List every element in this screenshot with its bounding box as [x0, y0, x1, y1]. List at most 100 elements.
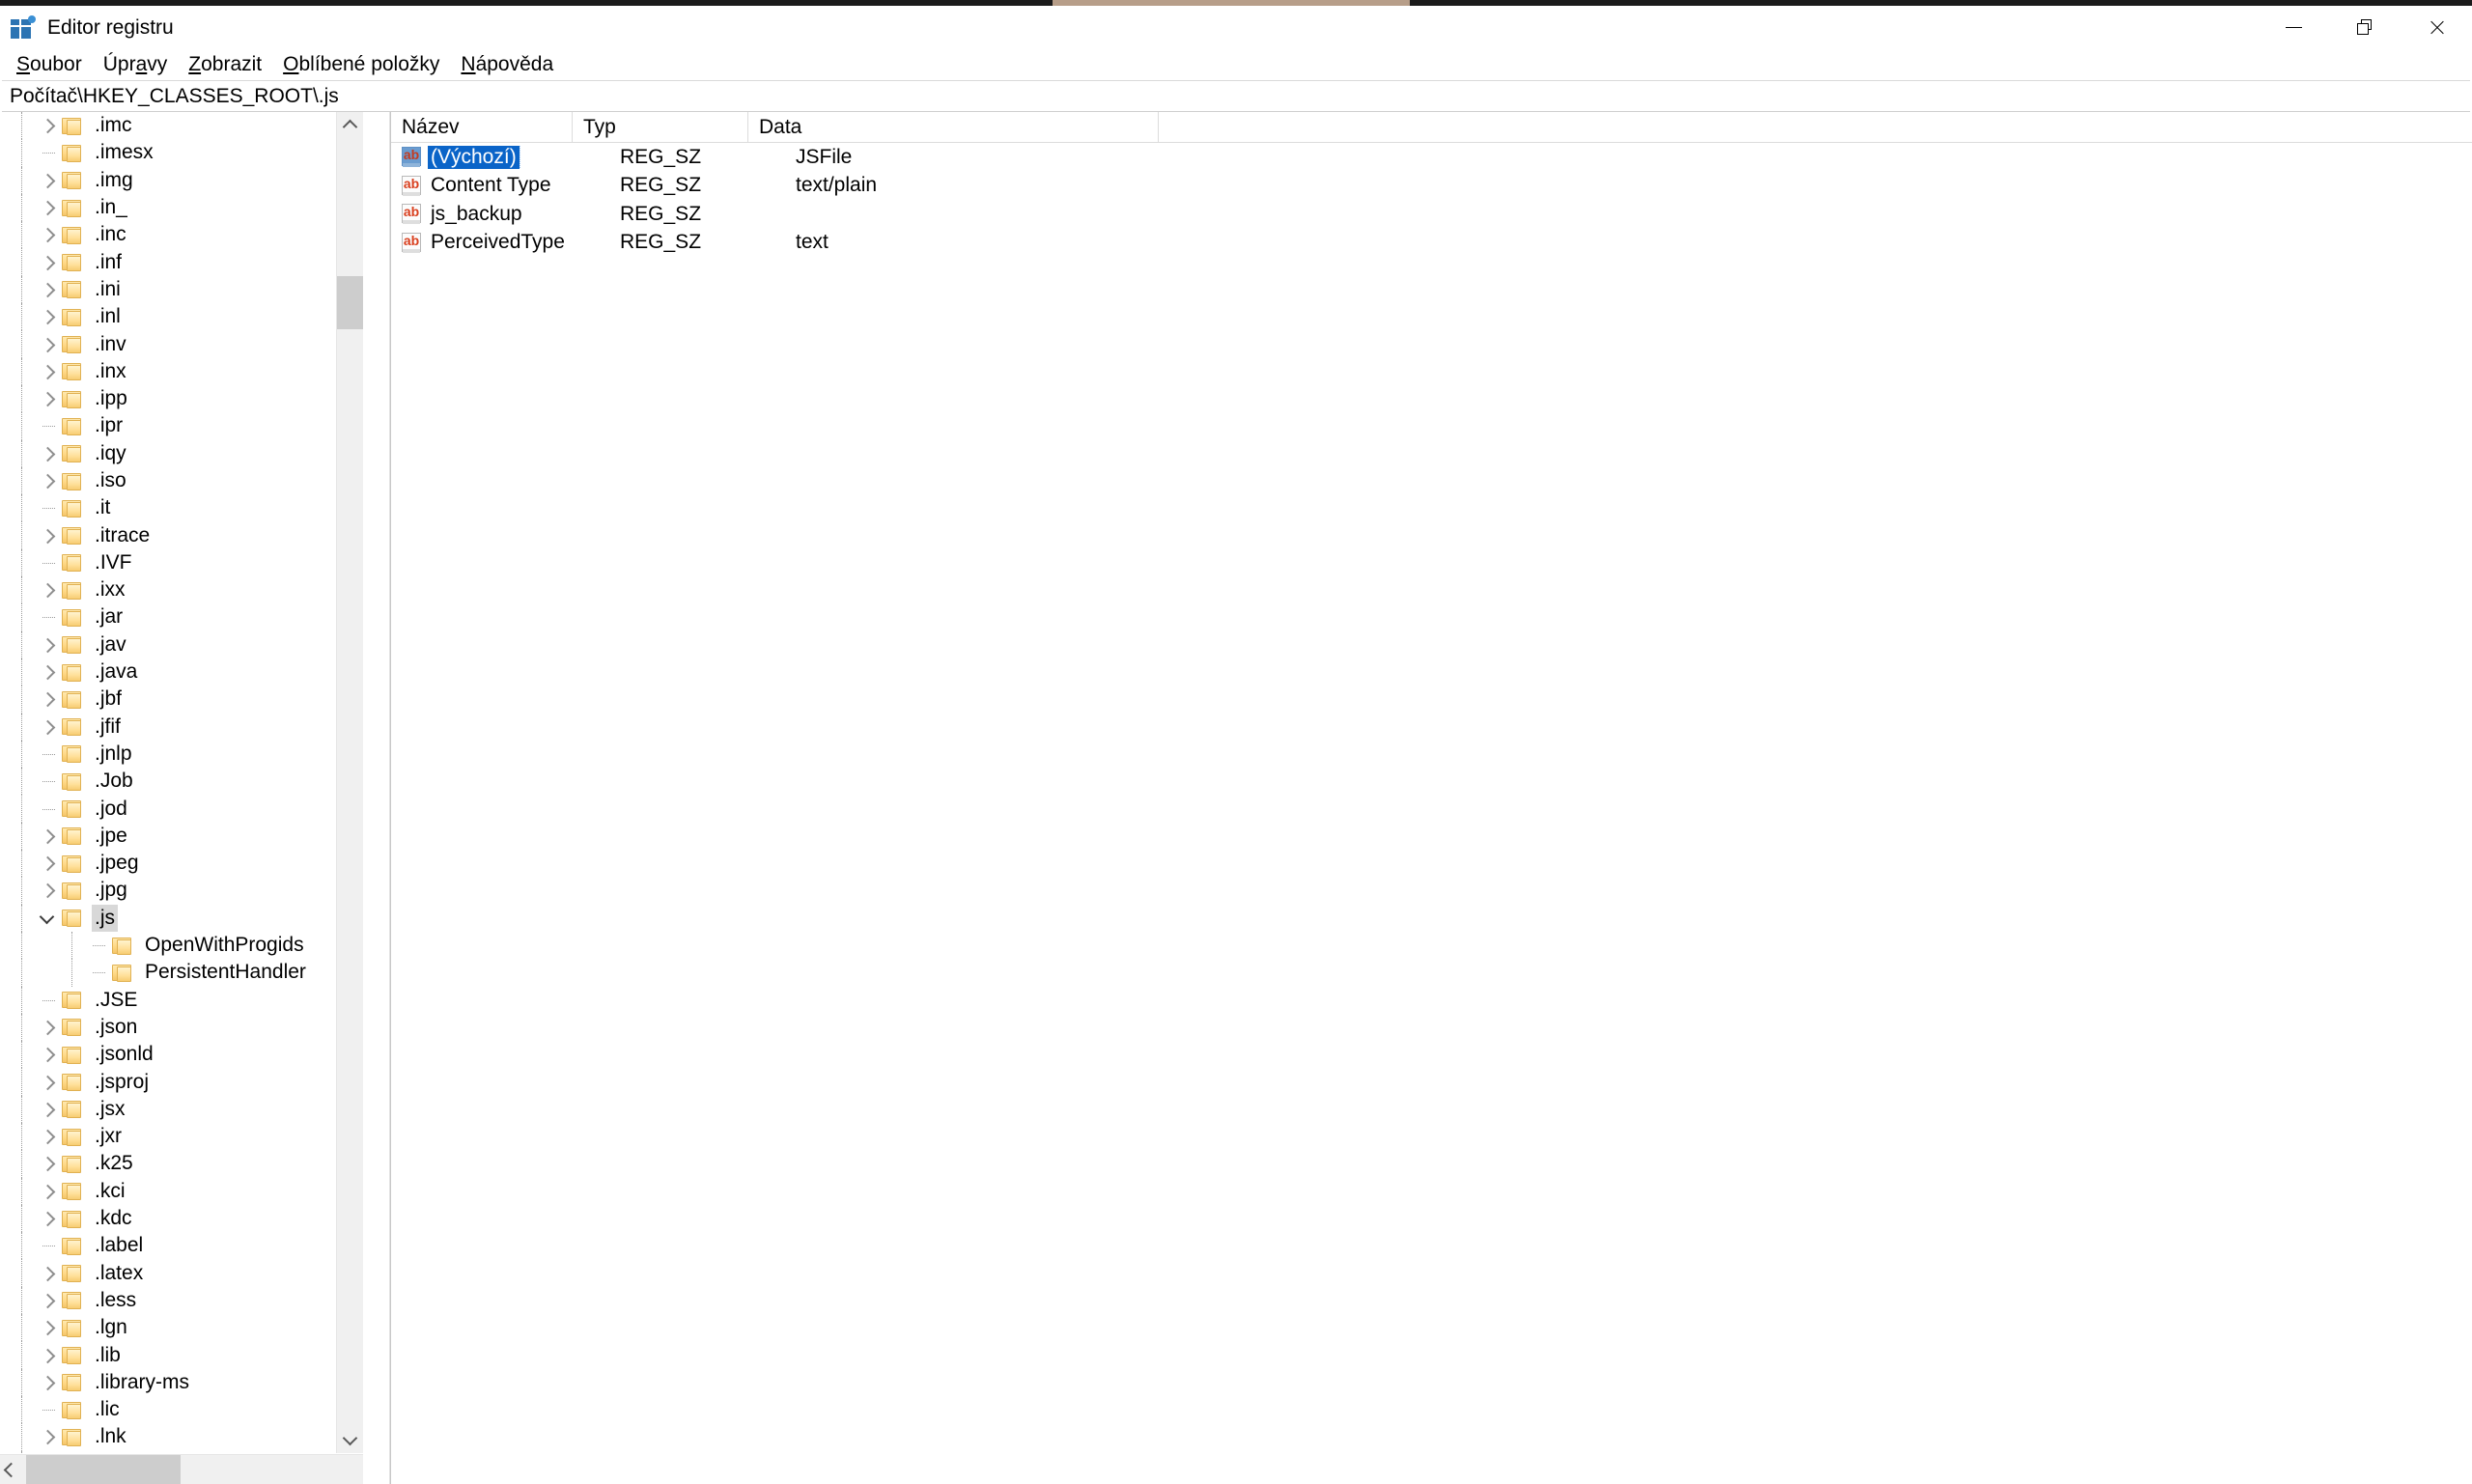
chevron-right-icon[interactable]: [37, 358, 62, 385]
tree-item[interactable]: .in_: [0, 193, 363, 222]
chevron-right-icon[interactable]: [37, 249, 62, 276]
tree-item[interactable]: .Job: [0, 768, 363, 796]
tree-horizontal-scrollbar[interactable]: [0, 1454, 363, 1484]
chevron-right-icon[interactable]: [37, 631, 62, 658]
value-row[interactable]: ab Content Type REG_SZ text/plain: [391, 172, 2472, 201]
tree-item[interactable]: .iqy: [0, 439, 363, 467]
chevron-right-icon[interactable]: [37, 221, 62, 248]
tree-item[interactable]: .jfif: [0, 713, 363, 741]
tree-item[interactable]: .inf: [0, 248, 363, 276]
tree-item[interactable]: .lgn: [0, 1314, 363, 1342]
chevron-right-icon[interactable]: [37, 1178, 62, 1205]
tree-item[interactable]: .latex: [0, 1259, 363, 1287]
chevron-right-icon[interactable]: [37, 823, 62, 850]
tree-item[interactable]: .less: [0, 1286, 363, 1315]
tree-item[interactable]: .JSE: [0, 986, 363, 1014]
chevron-right-icon[interactable]: [37, 112, 62, 139]
chevron-right-icon[interactable]: [37, 276, 62, 303]
chevron-right-icon[interactable]: [37, 1096, 62, 1123]
chevron-right-icon[interactable]: [37, 467, 62, 494]
chevron-right-icon[interactable]: [37, 1123, 62, 1150]
chevron-right-icon[interactable]: [37, 303, 62, 330]
tree-item[interactable]: .jav: [0, 630, 363, 658]
chevron-right-icon[interactable]: [37, 850, 62, 877]
tree-item[interactable]: .jpg: [0, 877, 363, 905]
tree-item[interactable]: .label: [0, 1232, 363, 1260]
tree-item[interactable]: .ipr: [0, 412, 363, 440]
chevron-right-icon[interactable]: [37, 440, 62, 467]
tree-item[interactable]: .jbf: [0, 686, 363, 714]
tree-item[interactable]: PersistentHandler: [0, 959, 363, 987]
tree-item[interactable]: .iso: [0, 466, 363, 495]
restore-button[interactable]: [2329, 6, 2401, 49]
tree-item[interactable]: .ipp: [0, 384, 363, 413]
chevron-right-icon[interactable]: [37, 658, 62, 686]
tree-item[interactable]: .kdc: [0, 1204, 363, 1233]
chevron-right-icon[interactable]: [37, 1342, 62, 1369]
chevron-right-icon[interactable]: [37, 331, 62, 358]
tree-scroll-up-button[interactable]: [337, 112, 363, 138]
tree-item[interactable]: .jpeg: [0, 850, 363, 878]
chevron-right-icon[interactable]: [37, 714, 62, 741]
column-header-data[interactable]: Data: [748, 112, 1159, 142]
tree-item[interactable]: .jsonld: [0, 1041, 363, 1069]
value-row[interactable]: ab (Výchozí) REG_SZ JSFile: [391, 143, 2472, 172]
tree-item[interactable]: .imesx: [0, 139, 363, 167]
tree-item[interactable]: .img: [0, 166, 363, 194]
chevron-right-icon[interactable]: [37, 576, 62, 603]
chevron-right-icon[interactable]: [37, 1314, 62, 1341]
tree-item[interactable]: .it: [0, 494, 363, 522]
chevron-down-icon[interactable]: [37, 905, 62, 932]
menu-item-n-pov-da[interactable]: Nápověda: [450, 49, 564, 80]
chevron-right-icon[interactable]: [37, 1205, 62, 1232]
tree-item[interactable]: .imc: [0, 112, 363, 140]
tree-item[interactable]: .inx: [0, 357, 363, 385]
tree-item[interactable]: .ini: [0, 275, 363, 304]
address-bar[interactable]: Počítač\HKEY_CLASSES_ROOT\.js: [2, 80, 2470, 112]
tree-item[interactable]: .jod: [0, 795, 363, 823]
tree-item[interactable]: .inv: [0, 330, 363, 358]
minimize-button[interactable]: [2258, 6, 2329, 49]
chevron-right-icon[interactable]: [37, 522, 62, 549]
tree-item[interactable]: .jxr: [0, 1122, 363, 1151]
tree-item[interactable]: .jnlp: [0, 740, 363, 769]
chevron-right-icon[interactable]: [37, 167, 62, 194]
chevron-right-icon[interactable]: [37, 1150, 62, 1177]
tree-item[interactable]: .lic: [0, 1395, 363, 1424]
tree-item[interactable]: OpenWithProgids: [0, 931, 363, 960]
chevron-right-icon[interactable]: [37, 1423, 62, 1450]
tree-vertical-scrollbar[interactable]: [336, 112, 363, 1453]
tree-item[interactable]: .IVF: [0, 548, 363, 577]
tree-item[interactable]: .inl: [0, 303, 363, 331]
menu-item-pravy[interactable]: Úpravy: [93, 49, 179, 80]
tree-item[interactable]: .lnk: [0, 1423, 363, 1451]
tree-item[interactable]: .jar: [0, 603, 363, 631]
chevron-right-icon[interactable]: [37, 1260, 62, 1287]
chevron-right-icon[interactable]: [37, 1014, 62, 1041]
chevron-right-icon[interactable]: [37, 1041, 62, 1068]
tree-item[interactable]: .jsproj: [0, 1068, 363, 1096]
chevron-right-icon[interactable]: [37, 1069, 62, 1096]
tree-item[interactable]: .jpe: [0, 822, 363, 851]
tree-vertical-scroll-thumb[interactable]: [337, 276, 363, 329]
tree-item[interactable]: .local: [0, 1450, 363, 1453]
tree-item[interactable]: .jsx: [0, 1095, 363, 1123]
tree-horizontal-scroll-thumb[interactable]: [26, 1455, 181, 1484]
value-row[interactable]: ab js_backup REG_SZ: [391, 200, 2472, 229]
chevron-right-icon[interactable]: [37, 686, 62, 713]
tree-item[interactable]: .inc: [0, 221, 363, 249]
column-header-name[interactable]: Název: [391, 112, 573, 142]
tree-item[interactable]: .java: [0, 658, 363, 686]
tree-scroll-left-button[interactable]: [0, 1455, 26, 1484]
tree-item[interactable]: .kci: [0, 1177, 363, 1205]
tree-scroll-down-button[interactable]: [337, 1427, 363, 1453]
chevron-right-icon[interactable]: [37, 877, 62, 904]
tree-item[interactable]: .k25: [0, 1150, 363, 1178]
menu-item-soubor[interactable]: Soubor: [6, 49, 93, 80]
chevron-right-icon[interactable]: [37, 1287, 62, 1314]
tree-item[interactable]: .itrace: [0, 521, 363, 549]
close-button[interactable]: [2401, 6, 2472, 49]
tree-item[interactable]: .json: [0, 1013, 363, 1042]
tree-item[interactable]: .library-ms: [0, 1368, 363, 1396]
menu-item-zobrazit[interactable]: Zobrazit: [178, 49, 272, 80]
